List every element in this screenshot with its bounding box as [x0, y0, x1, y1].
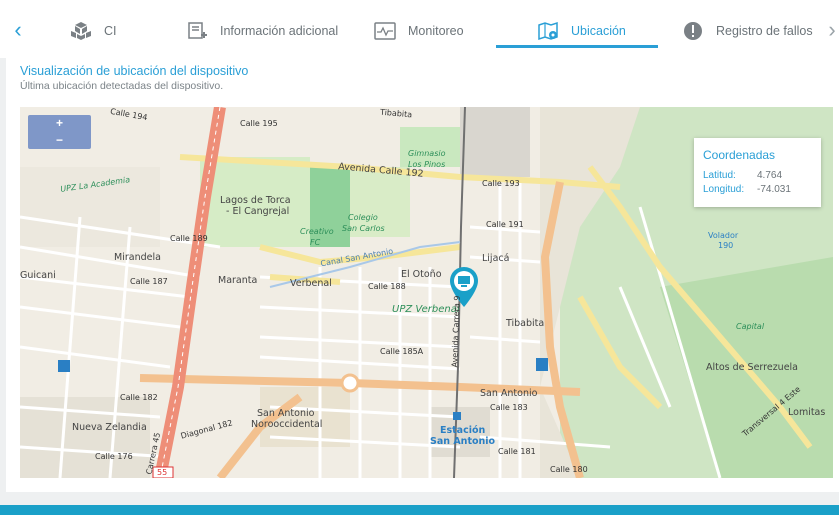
- map-label: - El Cangrejal: [226, 206, 290, 217]
- footer-bar: [0, 505, 839, 515]
- latitude-value: 4.764: [757, 170, 783, 181]
- latitude-label: Latitud:: [703, 170, 736, 181]
- add-note-icon: [186, 21, 208, 41]
- map-label: San Antonio: [257, 408, 315, 419]
- tab-registro-fallos[interactable]: Registro de fallos: [682, 14, 813, 48]
- tab-label: Ubicación: [571, 24, 626, 38]
- map-pin-icon: [537, 21, 559, 41]
- map-label: Calle 180: [550, 465, 588, 474]
- map-label: Calle 191: [486, 220, 524, 229]
- map-label: Altos de Serrezuela: [706, 362, 799, 373]
- map-label: Volador: [708, 231, 739, 240]
- map-label: Colegio: [348, 213, 378, 222]
- tab-monitoreo[interactable]: Monitoreo: [374, 14, 464, 48]
- longitude-value: -74.031: [757, 184, 791, 195]
- longitude-label: Longitud:: [703, 184, 745, 195]
- map-label: Calle 189: [170, 234, 208, 243]
- section-title: Visualización de ubicación del dispositi…: [20, 64, 249, 78]
- map-label: Verbenal: [290, 278, 332, 289]
- map-label: Calle 185A: [380, 347, 424, 356]
- chevron-right-icon[interactable]: ›: [824, 19, 839, 41]
- map-label: Calle 182: [120, 393, 158, 402]
- map-label: Lijacá: [482, 253, 510, 264]
- map-label: Calle 176: [95, 452, 133, 461]
- cubes-icon: [70, 21, 92, 41]
- map-label: Lomitas: [788, 407, 826, 418]
- map-label: Mirandela: [114, 252, 161, 263]
- alert-icon: [682, 21, 704, 41]
- coordinates-popup: Coordenadas Latitud: 4.764 Longitud: -74…: [694, 138, 821, 207]
- map-label: Calle 187: [130, 277, 168, 286]
- map-label: Tibabita: [506, 318, 545, 329]
- map-label: Capital: [736, 322, 765, 331]
- map-label: Calle 195: [240, 119, 278, 128]
- zoom-control: + −: [28, 115, 91, 149]
- map-label: Gimnasio: [408, 149, 446, 158]
- zoom-out-button[interactable]: −: [28, 132, 91, 149]
- map-label: San Antonio: [480, 388, 538, 399]
- section-subtitle: Última ubicación detectadas del disposit…: [20, 80, 224, 92]
- map-label: Los Pinos: [408, 160, 446, 169]
- map-label: San Antonio: [430, 436, 496, 447]
- map-label: Calle 183: [490, 403, 528, 412]
- map-view[interactable]: Calle 194 Calle 195 Tibabita Avenida Cal…: [20, 107, 833, 478]
- active-tab-indicator: [496, 45, 658, 48]
- map-label: Calle 193: [482, 179, 520, 188]
- longitude-row: Longitud: -74.031: [703, 183, 812, 197]
- map-label: Calle 188: [368, 282, 406, 291]
- tab-ci[interactable]: CI: [70, 14, 117, 48]
- map-label: UPZ Verbenal: [392, 304, 460, 315]
- map-label: Calle 181: [498, 447, 536, 456]
- zoom-in-button[interactable]: +: [28, 115, 91, 132]
- map-label: Creativo: [300, 227, 334, 236]
- map-label: Guicani: [20, 270, 56, 281]
- map-label: FC: [310, 238, 321, 247]
- map-label: San Carlos: [342, 224, 385, 233]
- tab-label: CI: [104, 24, 117, 38]
- map-label: Nueva Zelandia: [72, 422, 147, 433]
- tab-ubicacion[interactable]: Ubicación: [537, 14, 626, 48]
- latitude-row: Latitud: 4.764: [703, 169, 812, 183]
- map-label: El Otoño: [401, 269, 442, 280]
- tab-informacion-adicional[interactable]: Información adicional: [186, 14, 338, 48]
- tab-bar: ‹ CI Información adicional Monitoreo Ubi…: [0, 0, 839, 58]
- tab-label: Información adicional: [220, 24, 339, 38]
- coordinates-title: Coordenadas: [703, 148, 776, 162]
- map-label: Norooccidental: [251, 419, 323, 430]
- map-label: 190: [718, 241, 734, 250]
- map-label: Lagos de Torca: [220, 195, 291, 206]
- map-label: Estación: [440, 425, 486, 436]
- tab-label: Registro de fallos: [716, 24, 813, 38]
- monitor-icon: [374, 21, 396, 41]
- map-label: Maranta: [218, 275, 258, 286]
- chevron-left-icon[interactable]: ‹: [10, 19, 26, 41]
- tab-label: Monitoreo: [408, 24, 464, 38]
- route-55-label: 55: [157, 468, 168, 477]
